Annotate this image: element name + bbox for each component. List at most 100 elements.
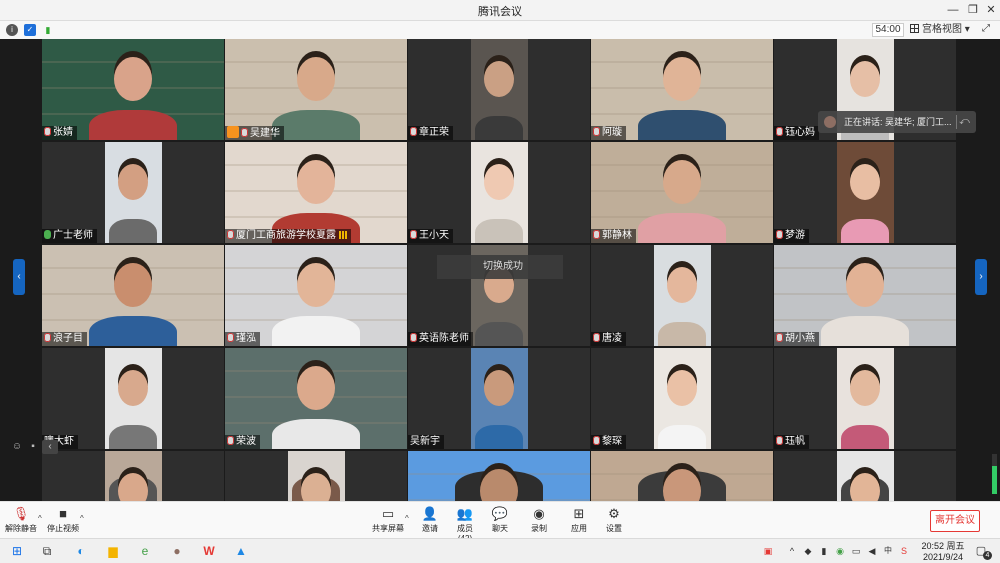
participant-tile[interactable]: 广士老师	[42, 142, 224, 243]
participant-tile[interactable]: 王小天	[408, 142, 590, 243]
participant-tile[interactable]: 梦游	[774, 142, 956, 243]
members-button[interactable]: 👥 成员(42)	[450, 506, 480, 543]
participant-tile[interactable]: 吴建华	[225, 39, 407, 140]
participant-video	[225, 142, 407, 243]
participant-nameplate: 章正荣	[408, 126, 453, 140]
maximize-button[interactable]: ❐	[964, 2, 982, 18]
mic-muted-icon	[410, 127, 417, 136]
info-icon[interactable]: i	[6, 24, 18, 36]
tray-input-method-icon[interactable]: 中	[882, 545, 894, 557]
participant-name: 章正荣	[419, 127, 449, 138]
participant-face	[663, 57, 701, 101]
tray-wps-icon[interactable]: S	[898, 545, 910, 557]
share-options-caret[interactable]: ^	[405, 514, 409, 523]
participant-tile[interactable]	[225, 451, 407, 501]
minimize-button[interactable]: —	[944, 2, 962, 18]
invite-button[interactable]: 👤 邀请	[418, 506, 442, 536]
share-screen-icon: ▭	[381, 506, 395, 521]
participant-body	[841, 425, 889, 449]
participant-tile[interactable]: 胡小燕	[774, 245, 956, 346]
participant-face	[484, 164, 514, 200]
speaker-avatar	[824, 116, 836, 128]
participant-nameplate: 荣波	[225, 435, 260, 449]
task-view-icon[interactable]: ⧉	[38, 543, 56, 560]
settings-button[interactable]: ⚙ 设置	[604, 506, 624, 536]
participant-video	[836, 348, 894, 449]
photo-viewer-icon[interactable]: ●	[168, 543, 186, 560]
ie-browser-icon[interactable]: e	[136, 543, 154, 560]
participant-tile[interactable]: 黎琛	[591, 348, 773, 449]
participant-tile[interactable]: 厦门工商旅游学校夏露	[225, 142, 407, 243]
tray-display-icon[interactable]: ▭	[850, 545, 862, 557]
tray-security-icon[interactable]: ◉	[834, 545, 846, 557]
participant-tile[interactable]: 阿璇	[591, 39, 773, 140]
unmute-button[interactable]: 🎙 解除静音	[4, 506, 38, 536]
edge-browser-icon[interactable]: ◐	[72, 543, 90, 560]
tray-mic-icon[interactable]: ▮	[818, 545, 830, 557]
view-mode-selector[interactable]: 宫格视图 ▾	[910, 23, 972, 37]
shield-icon[interactable]: ✓	[24, 24, 36, 36]
participant-tile[interactable]: 瑾泓	[225, 245, 407, 346]
participant-face	[297, 160, 335, 204]
signal-icon[interactable]: ▮	[42, 24, 54, 36]
file-explorer-icon[interactable]: ▆	[104, 543, 122, 560]
participant-face	[850, 473, 880, 501]
fullscreen-icon[interactable]: ⤢	[982, 23, 996, 37]
participant-body	[658, 322, 706, 346]
stop-video-button[interactable]: ■ 停止视频	[46, 506, 80, 536]
participant-tile[interactable]: 唐凌	[591, 245, 773, 346]
tray-network-icon[interactable]: ◆	[802, 545, 814, 557]
apps-button[interactable]: ⊞ 应用	[569, 506, 589, 536]
tray-expand-icon[interactable]: ^	[786, 545, 798, 557]
share-screen-button[interactable]: ▭ 共享屏幕	[371, 506, 405, 536]
participant-nameplate: 厦门工商旅游学校夏露	[225, 229, 351, 243]
share-screen-label: 共享屏幕	[372, 524, 404, 533]
undo-icon[interactable]: ⤺	[956, 115, 972, 129]
participant-name: 郭静林	[602, 230, 632, 241]
participant-tile[interactable]	[42, 451, 224, 501]
participant-tile[interactable]	[591, 451, 773, 501]
participant-nameplate: 吴建华	[225, 126, 284, 140]
record-icon: ◉	[533, 506, 545, 521]
audio-options-caret[interactable]: ^	[38, 514, 42, 523]
participant-name: 黎琛	[602, 436, 622, 447]
prev-page-arrow[interactable]: ‹	[13, 259, 25, 295]
participant-face	[667, 267, 697, 303]
emoji-icon[interactable]: ☺	[10, 440, 24, 454]
participant-face	[846, 263, 884, 307]
participant-tile[interactable]: 张婧	[42, 39, 224, 140]
windows-start-icon[interactable]: ⊞	[8, 543, 26, 560]
participant-tile[interactable]: 噢大虾	[42, 348, 224, 449]
participant-tile[interactable]: 吴新宇	[408, 348, 590, 449]
participant-tile[interactable]: 浪子目	[42, 245, 224, 346]
chat-bubble-icon[interactable]: ▪	[26, 440, 40, 454]
participant-nameplate: 胡小燕	[774, 332, 819, 346]
tray-volume-icon[interactable]: ◀	[866, 545, 878, 557]
participant-video	[591, 39, 773, 140]
chat-button[interactable]: 💬 聊天	[490, 506, 510, 536]
participant-tile[interactable]: 郭静林	[591, 142, 773, 243]
tencent-meeting-taskbar-icon[interactable]: ▲	[232, 543, 250, 560]
next-page-arrow[interactable]: ›	[975, 259, 987, 295]
participant-tile[interactable]: 章正荣	[408, 39, 590, 140]
participant-video	[225, 39, 407, 140]
participant-tile[interactable]	[408, 451, 590, 501]
participant-video	[470, 142, 528, 243]
leave-meeting-button[interactable]: 离开会议	[930, 510, 980, 532]
participant-tile[interactable]: 珏帆	[774, 348, 956, 449]
taskbar-clock[interactable]: 20:52 周五 2021/9/24	[921, 541, 965, 563]
camera-icon: ■	[59, 506, 67, 521]
participant-video	[42, 245, 224, 346]
record-button[interactable]: ◉ 录制	[529, 506, 549, 536]
participant-face	[484, 370, 514, 406]
wps-office-icon[interactable]: W	[200, 543, 218, 560]
video-options-caret[interactable]: ^	[80, 514, 84, 523]
participant-body	[821, 316, 909, 346]
close-button[interactable]: ✕	[982, 2, 1000, 18]
tray-app-icon[interactable]: ▣	[762, 545, 774, 557]
collapse-button[interactable]: ‹	[42, 440, 58, 454]
participant-tile[interactable]	[774, 451, 956, 501]
participant-face	[484, 61, 514, 97]
participant-tile[interactable]: 荣波	[225, 348, 407, 449]
notification-center-icon[interactable]: ▢ 4	[972, 543, 992, 560]
